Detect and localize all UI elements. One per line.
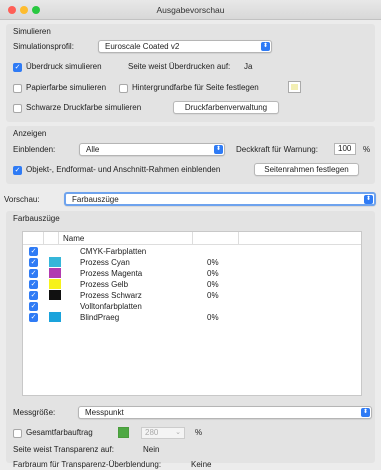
separation-checkbox[interactable]: ✓ bbox=[29, 258, 38, 267]
background-color-checkbox[interactable] bbox=[119, 84, 128, 93]
column-name-header: Name bbox=[63, 234, 85, 243]
sample-size-label: Messgröße: bbox=[13, 408, 56, 417]
show-boxes-checkbox[interactable]: ✓ bbox=[13, 166, 22, 175]
separation-name: Prozess Magenta bbox=[80, 269, 143, 278]
total-coverage-checkbox[interactable] bbox=[13, 429, 22, 438]
chevron-updown-icon: ⬍ bbox=[214, 145, 223, 154]
separation-checkbox[interactable]: ✓ bbox=[29, 247, 38, 256]
separation-coverage: 0% bbox=[207, 280, 219, 289]
background-color-well[interactable] bbox=[288, 81, 301, 93]
sample-size-select[interactable]: Messpunkt ⬍ bbox=[78, 406, 372, 419]
black-ink-checkbox[interactable] bbox=[13, 104, 22, 113]
column-divider bbox=[58, 232, 59, 245]
total-coverage-combo[interactable]: 280 ⌄ bbox=[141, 427, 185, 439]
show-boxes-label: Objekt-, Endformat- und Anschnitt-Rahmen… bbox=[26, 165, 221, 174]
total-coverage-color-well[interactable] bbox=[118, 427, 129, 438]
separation-swatch bbox=[49, 312, 61, 322]
transparency-label: Seite weist Transparenz auf: bbox=[13, 445, 114, 454]
column-divider bbox=[238, 232, 239, 245]
overprint-page-value: Ja bbox=[244, 62, 253, 71]
overprint-page-label: Seite weist Überdrucken auf: bbox=[128, 62, 231, 71]
separation-name: Prozess Schwarz bbox=[80, 291, 142, 300]
separations-table: Name ✓ CMYK-Farbplatten ✓ Prozess Cyan 0% ✓ Pr… bbox=[22, 231, 362, 396]
warning-opacity-input[interactable]: 100 bbox=[334, 143, 356, 155]
background-color-swatch bbox=[291, 84, 298, 90]
show-value: Alle bbox=[86, 145, 100, 154]
separation-name: Prozess Cyan bbox=[80, 258, 130, 267]
window-title: Ausgabevorschau bbox=[156, 5, 225, 15]
total-coverage-label: Gesamtfarbauftrag bbox=[26, 428, 93, 437]
separation-swatch bbox=[49, 268, 61, 278]
total-coverage-unit: % bbox=[195, 428, 203, 437]
title-bar: Ausgabevorschau bbox=[0, 0, 381, 20]
page-boxes-button[interactable]: Seitenrahmen festlegen bbox=[254, 163, 359, 176]
separation-checkbox[interactable]: ✓ bbox=[29, 269, 38, 278]
separation-swatch bbox=[49, 290, 61, 300]
separation-checkbox[interactable]: ✓ bbox=[29, 313, 38, 322]
warning-opacity-label: Deckkraft für Warnung: bbox=[236, 145, 318, 154]
transparency-value: Nein bbox=[143, 445, 160, 454]
show-header: Anzeigen bbox=[13, 129, 47, 138]
chevron-updown-icon: ⬍ bbox=[364, 195, 373, 204]
paper-color-checkbox[interactable] bbox=[13, 84, 22, 93]
column-divider bbox=[192, 232, 193, 245]
warning-opacity-unit: % bbox=[363, 145, 371, 154]
chevron-updown-icon: ⬍ bbox=[261, 42, 270, 51]
simulation-profile-label: Simulationsprofil: bbox=[13, 42, 74, 51]
show-select[interactable]: Alle ⬍ bbox=[79, 143, 225, 156]
simulation-profile-select[interactable]: Euroscale Coated v2 ⬍ bbox=[98, 40, 272, 53]
separation-name: Prozess Gelb bbox=[80, 280, 129, 289]
separation-name: CMYK-Farbplatten bbox=[80, 247, 147, 256]
preview-value: Farbauszüge bbox=[72, 195, 119, 204]
paper-color-label: Papierfarbe simulieren bbox=[26, 83, 107, 92]
separation-coverage: 0% bbox=[207, 313, 219, 322]
table-header: Name bbox=[23, 232, 361, 245]
table-row: ✓ Prozess Schwarz 0% bbox=[23, 290, 361, 301]
total-coverage-value: 280 bbox=[145, 428, 159, 437]
black-ink-label: Schwarze Druckfarbe simulieren bbox=[26, 103, 142, 112]
table-row: ✓ Prozess Cyan 0% bbox=[23, 257, 361, 268]
separation-name: BlindPraeg bbox=[80, 313, 120, 322]
separation-coverage: 0% bbox=[207, 258, 219, 267]
separation-coverage: 0% bbox=[207, 269, 219, 278]
background-color-label: Hintergrundfarbe für Seite festlegen bbox=[132, 83, 259, 92]
separation-coverage: 0% bbox=[207, 291, 219, 300]
separation-checkbox[interactable]: ✓ bbox=[29, 291, 38, 300]
chevron-down-icon: ⌄ bbox=[175, 429, 181, 436]
separation-swatch bbox=[49, 257, 61, 267]
chevron-updown-icon: ⬍ bbox=[361, 408, 370, 417]
table-row: ✓ Prozess Magenta 0% bbox=[23, 268, 361, 279]
table-row: ✓ BlindPraeg 0% bbox=[23, 312, 361, 323]
separation-checkbox[interactable]: ✓ bbox=[29, 280, 38, 289]
overprint-checkbox[interactable]: ✓ bbox=[13, 63, 22, 72]
simulate-header: Simulieren bbox=[13, 27, 51, 36]
column-divider bbox=[43, 232, 44, 245]
show-label: Einblenden: bbox=[13, 145, 56, 154]
table-row: ✓ CMYK-Farbplatten bbox=[23, 246, 361, 257]
table-row: ✓ Volltonfarbplatten bbox=[23, 301, 361, 312]
table-row: ✓ Prozess Gelb 0% bbox=[23, 279, 361, 290]
simulation-profile-value: Euroscale Coated v2 bbox=[105, 42, 180, 51]
preview-label: Vorschau: bbox=[4, 195, 40, 204]
sample-size-value: Messpunkt bbox=[85, 408, 124, 417]
separations-header: Farbauszüge bbox=[13, 214, 60, 223]
overprint-label: Überdruck simulieren bbox=[26, 62, 102, 71]
ink-manager-button[interactable]: Druckfarbenverwaltung bbox=[173, 101, 279, 114]
separation-swatch bbox=[49, 279, 61, 289]
preview-select[interactable]: Farbauszüge ⬍ bbox=[64, 192, 376, 206]
separation-name: Volltonfarbplatten bbox=[80, 302, 142, 311]
separation-checkbox[interactable]: ✓ bbox=[29, 302, 38, 311]
